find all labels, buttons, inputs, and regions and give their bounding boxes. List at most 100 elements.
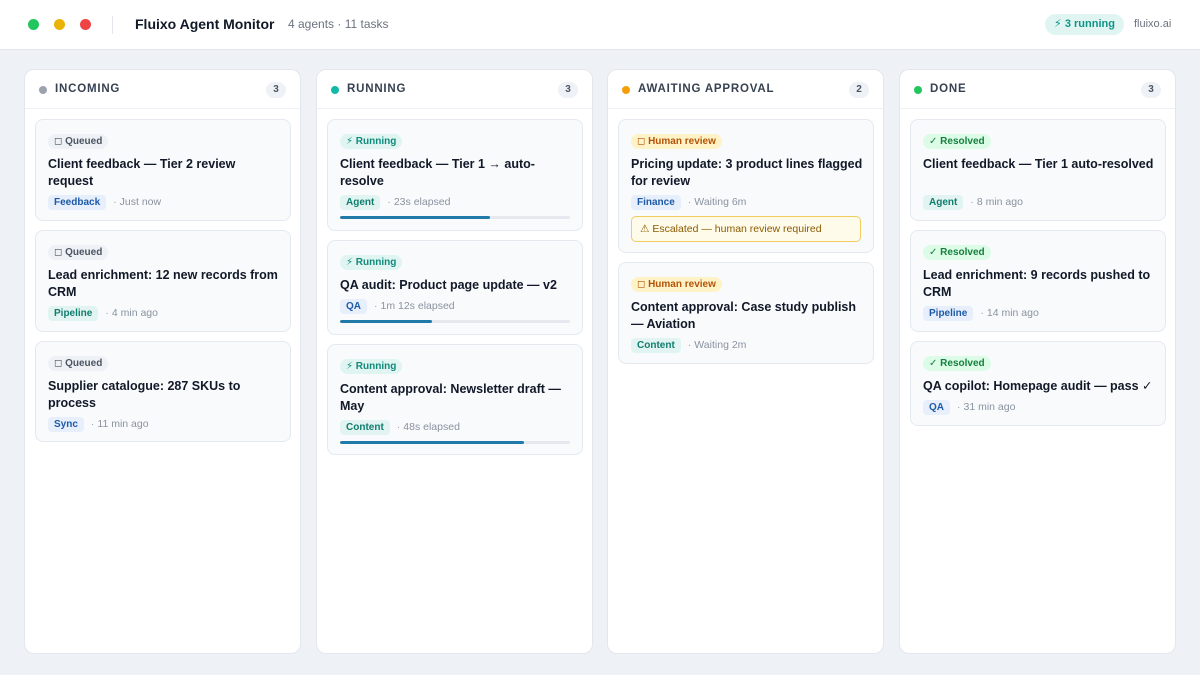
category-tag[interactable]: Pipeline bbox=[923, 306, 974, 321]
meta-separator: · bbox=[105, 307, 109, 319]
top-bar: Fluixo Agent Monitor 4 agents · 11 tasks… bbox=[0, 0, 1200, 50]
column-incoming: INCOMING 3 ◻ Queued Client feedback — Tier … bbox=[24, 69, 301, 654]
status-badge: ◻ Queued bbox=[48, 356, 109, 371]
meta-separator: · bbox=[957, 401, 961, 413]
progress-fill bbox=[340, 320, 432, 323]
category-tag[interactable]: QA bbox=[340, 299, 367, 314]
meta-separator: · bbox=[374, 300, 378, 312]
category-tag[interactable]: Agent bbox=[340, 195, 381, 210]
column-header: INCOMING 3 bbox=[25, 70, 300, 109]
task-meta: Finance · Waiting 6m bbox=[631, 195, 746, 210]
progress-fill bbox=[340, 441, 524, 444]
task-meta: Agent · 8 min ago bbox=[923, 195, 1023, 210]
category-tag[interactable]: Pipeline bbox=[48, 306, 99, 321]
escalation-warning: ⚠ Escalated — human review required bbox=[631, 216, 861, 242]
column-title: AWAITING APPROVAL bbox=[638, 83, 775, 95]
status-badge: ✓ Resolved bbox=[923, 356, 991, 371]
task-time: Waiting 6m bbox=[694, 196, 747, 208]
task-meta: Pipeline · 14 min ago bbox=[923, 306, 1039, 321]
category-tag[interactable]: Feedback bbox=[48, 195, 107, 210]
task-card[interactable]: ⚡ Running Content approval: Newsletter dr… bbox=[327, 344, 583, 455]
task-title: Client feedback — Tier 2 review request bbox=[48, 157, 236, 188]
progress-fill bbox=[340, 216, 490, 219]
meta-separator: · bbox=[113, 196, 117, 208]
column-count-badge: 3 bbox=[1141, 82, 1161, 98]
column-done: DONE 3 ✓ Resolved Client feedback — Tier 1 … bbox=[899, 69, 1176, 654]
task-card[interactable]: ✓ Resolved Client feedback — Tier 1 auto-… bbox=[910, 119, 1166, 221]
task-card[interactable]: ✓ Resolved QA copilot: Homepage audit — p… bbox=[910, 341, 1166, 426]
task-title: Client feedback — Tier 1 → auto-resolve bbox=[340, 157, 535, 188]
task-card[interactable]: ✓ Resolved Lead enrichment: 9 records pus… bbox=[910, 230, 1166, 332]
task-meta: QA · 1m 12s elapsed bbox=[340, 299, 455, 314]
task-card[interactable]: ◻ Queued Lead enrichment: 12 new records … bbox=[35, 230, 291, 332]
task-title: Lead enrichment: 12 new records from CRM bbox=[48, 268, 278, 299]
task-card[interactable]: ⚡ Running QA audit: Product page update —… bbox=[327, 240, 583, 335]
window-control-yellow[interactable] bbox=[54, 19, 65, 30]
column-status-dot bbox=[914, 86, 922, 94]
status-badge: ⚡ Running bbox=[340, 255, 403, 270]
task-time: 11 min ago bbox=[97, 418, 149, 430]
status-badge: ⚡ Running bbox=[340, 359, 403, 374]
task-card[interactable]: ⚡ Running Client feedback — Tier 1 → auto… bbox=[327, 119, 583, 231]
app-title: Fluixo Agent Monitor bbox=[135, 16, 275, 32]
task-card[interactable]: ◻ Human review Content approval: Case stu… bbox=[618, 262, 874, 364]
status-badge: ◻ Human review bbox=[631, 134, 722, 149]
task-time: 1m 12s elapsed bbox=[380, 300, 455, 312]
column-status-dot bbox=[622, 86, 630, 94]
running-status-badge[interactable]: ⚡ 3 running bbox=[1045, 14, 1124, 35]
category-tag[interactable]: Content bbox=[340, 420, 390, 435]
task-title: Lead enrichment: 9 records pushed to CRM bbox=[923, 268, 1151, 299]
column-count-badge: 3 bbox=[558, 82, 578, 98]
task-card[interactable]: ◻ Human review Pricing update: 3 product … bbox=[618, 119, 874, 253]
header-divider bbox=[112, 16, 113, 34]
column-count-badge: 2 bbox=[849, 82, 869, 98]
status-badge: ◻ Human review bbox=[631, 277, 722, 292]
category-tag[interactable]: QA bbox=[923, 400, 950, 415]
task-time: 14 min ago bbox=[986, 307, 1039, 319]
task-title: Supplier catalogue: 287 SKUs to process bbox=[48, 379, 241, 410]
meta-separator: · bbox=[396, 421, 401, 433]
task-time: Just now bbox=[119, 196, 162, 208]
progress-bar bbox=[340, 441, 570, 444]
status-badge: ◻ Queued bbox=[48, 245, 109, 260]
column-status-dot bbox=[39, 86, 47, 94]
task-title: Pricing update: 3 product lines flagged … bbox=[631, 157, 863, 188]
task-card[interactable]: ◻ Queued Supplier catalogue: 287 SKUs to … bbox=[35, 341, 291, 442]
column-header: AWAITING APPROVAL 2 bbox=[608, 70, 883, 109]
app-subtitle: 4 agents · 11 tasks bbox=[288, 17, 389, 31]
task-meta: QA · 31 min ago bbox=[923, 400, 1015, 415]
category-tag[interactable]: Sync bbox=[48, 417, 84, 432]
task-meta: Feedback · Just now bbox=[48, 195, 161, 210]
task-title: Content approval: Case study publish — A… bbox=[631, 300, 857, 331]
task-title: Client feedback — Tier 1 auto-resolved bbox=[923, 157, 1154, 171]
task-title: QA copilot: Homepage audit — pass ✓ bbox=[923, 379, 1153, 393]
meta-separator: · bbox=[980, 307, 984, 319]
column-title: RUNNING bbox=[347, 83, 407, 95]
progress-bar bbox=[340, 320, 570, 323]
meta-separator: · bbox=[90, 418, 95, 430]
window-control-red[interactable] bbox=[80, 19, 91, 30]
column-header: DONE 3 bbox=[900, 70, 1175, 109]
category-tag[interactable]: Agent bbox=[923, 195, 964, 210]
task-meta: Content · Waiting 2m bbox=[631, 338, 746, 353]
task-meta: Content · 48s elapsed bbox=[340, 420, 460, 435]
category-tag[interactable]: Finance bbox=[631, 195, 681, 210]
column-header: RUNNING 3 bbox=[317, 70, 592, 109]
task-title: Content approval: Newsletter draft — May bbox=[340, 382, 561, 413]
task-time: 23s elapsed bbox=[393, 196, 451, 208]
progress-bar bbox=[340, 216, 570, 219]
column-title: DONE bbox=[930, 83, 967, 95]
meta-separator: · bbox=[970, 196, 974, 208]
task-meta: Sync · 11 min ago bbox=[48, 417, 149, 432]
status-badge: ✓ Resolved bbox=[923, 245, 991, 260]
task-time: 48s elapsed bbox=[403, 421, 460, 433]
window-control-green[interactable] bbox=[28, 19, 39, 30]
task-card[interactable]: ◻ Queued Client feedback — Tier 2 review … bbox=[35, 119, 291, 221]
task-time: Waiting 2m bbox=[694, 339, 747, 351]
brand-label: fluixo.ai bbox=[1134, 18, 1172, 30]
status-badge: ⚡ Running bbox=[340, 134, 403, 149]
column-status-dot bbox=[331, 86, 339, 94]
status-badge: ✓ Resolved bbox=[923, 134, 991, 149]
category-tag[interactable]: Content bbox=[631, 338, 681, 353]
task-meta: Pipeline · 4 min ago bbox=[48, 306, 158, 321]
